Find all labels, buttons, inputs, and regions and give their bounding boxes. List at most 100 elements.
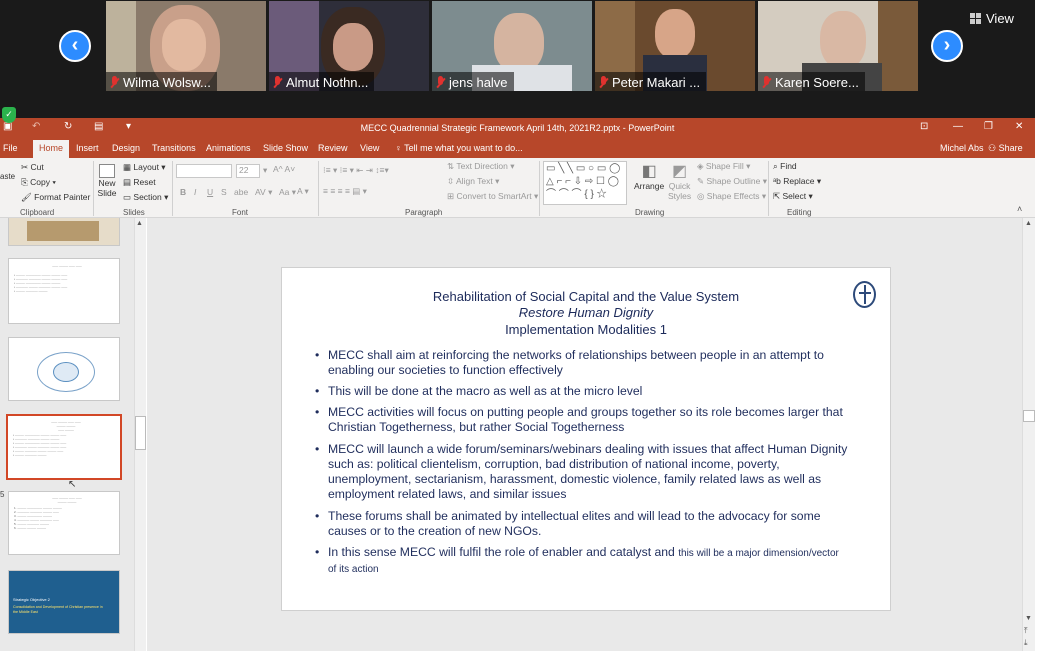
participant-tile[interactable]: jens halve [432, 1, 592, 91]
replace-icon: ᵃb [773, 176, 784, 186]
grow-font-icon[interactable]: A^ A˅ [273, 164, 295, 174]
tab-file[interactable]: File [3, 143, 18, 153]
text-direction-button[interactable]: ⇅ Text Direction ▾ [447, 161, 514, 172]
align-text-icon: ⇳ [447, 176, 457, 186]
next-slide-icon[interactable]: ⤓ [1024, 638, 1028, 648]
quick-styles-icon: ◩ [672, 163, 688, 180]
scroll-thumb[interactable] [1023, 410, 1035, 422]
arrange-icon: ◧ [641, 163, 657, 180]
thumb-title: Strategic Objective 2 [13, 597, 50, 602]
participant-name: Almut Nothn... [286, 75, 369, 90]
editor-scrollbar[interactable]: ▲ ▼ ⤒ ⤓ [1022, 218, 1035, 651]
font-name-box[interactable] [176, 164, 232, 178]
account-name[interactable]: Michel Abs [940, 143, 984, 153]
slide-thumbnail[interactable]: —— ——— —— —— ——— ——— 1. ——— ————— ——— ———… [8, 491, 120, 555]
tab-design[interactable]: Design [112, 143, 140, 153]
arrange-button[interactable]: ◧ Arrange [634, 161, 664, 191]
tab-slide-show[interactable]: Slide Show [263, 143, 308, 153]
layout-button[interactable]: ▦ Layout ▾ [123, 162, 166, 173]
view-button[interactable]: View [970, 8, 1014, 28]
shape-fill-button[interactable]: ◈ Shape Fill ▾ [697, 161, 750, 172]
slide-thumbnail-pane: —— ——— —— —— • ——— ————— ——— ——— —— • ———… [0, 218, 138, 651]
close-icon[interactable]: ✕ [1015, 121, 1023, 132]
slide-thumbnail[interactable]: Strategic Objective 2 Consolidation and … [8, 570, 120, 634]
tab-view[interactable]: View [360, 143, 379, 153]
shapes-gallery[interactable]: ▭ ╲ ╲ ▭ ○ ▭ ◯ △ ⌐ ⌐ ⇩ ⇨ ☐ ◯ ⌒ ⌒ ⌒ { } ☆ [543, 161, 627, 205]
previous-page-button[interactable]: ‹ [59, 30, 91, 62]
slide-thumbnail[interactable] [8, 337, 120, 401]
bullet-item: These forums shall be animated by intell… [315, 509, 848, 539]
tell-me-box[interactable]: ♀ Tell me what you want to do... [395, 143, 523, 153]
convert-smartart-button[interactable]: ⊞ Convert to SmartArt ▾ [447, 191, 538, 202]
change-case-button[interactable]: Aa ▾ [279, 187, 296, 198]
strikethrough-button[interactable]: abe [234, 187, 248, 197]
participant-name: Karen Soere... [775, 75, 859, 90]
copy-button[interactable]: ⎘ Copy ▾ [21, 177, 56, 188]
slide-subtitle: Restore Human Dignity [518, 305, 654, 320]
slide-heading: Implementation Modalities 1 [505, 322, 667, 337]
participant-tile[interactable]: Karen Soere... [758, 1, 918, 91]
align-buttons[interactable]: ≡ ≡ ≡ ≡ ▤ ▾ [323, 186, 367, 197]
spacing-button[interactable]: AV ▾ [255, 187, 272, 198]
paste-button[interactable]: aste [0, 172, 15, 181]
replace-button[interactable]: ᵃb Replace ▾ [773, 176, 821, 187]
minimize-icon[interactable]: — [953, 121, 963, 132]
find-button[interactable]: ⌕ Find [773, 161, 797, 172]
window-edge [1035, 0, 1048, 651]
section-button[interactable]: ▭ Section ▾ [123, 192, 168, 203]
underline-button[interactable]: U [207, 187, 213, 197]
editing-group-label: Editing [787, 208, 812, 217]
effects-icon: ◎ [697, 191, 707, 201]
scroll-down-icon[interactable]: ▼ [1025, 615, 1032, 622]
thumbnail-scrollbar[interactable]: ▲ [134, 218, 146, 651]
next-page-button[interactable]: › [931, 30, 963, 62]
tab-insert[interactable]: Insert [76, 143, 99, 153]
participant-tile[interactable]: Wilma Wolsw... [106, 1, 266, 91]
ribbon-display-options-icon[interactable]: ⊡ [920, 121, 928, 132]
quick-styles-label: Quick [668, 181, 691, 191]
scroll-up-icon[interactable]: ▲ [136, 220, 143, 227]
participant-tile[interactable]: Peter Makari ... [595, 1, 755, 91]
current-slide[interactable]: Rehabilitation of Social Capital and the… [281, 267, 891, 611]
slide-thumbnail[interactable] [8, 218, 120, 246]
font-size-dropdown-icon[interactable]: ▾ [263, 165, 267, 176]
collapse-ribbon-icon[interactable]: ˄ [1017, 204, 1022, 214]
font-size-box[interactable]: 22 [236, 164, 260, 178]
slide-thumbnail[interactable]: —— ——— —— —— • ——— ————— ——— ——— —— • ———… [8, 258, 120, 324]
previous-slide-icon[interactable]: ⤒ [1024, 626, 1028, 636]
scroll-thumb[interactable] [135, 416, 146, 450]
tab-transitions[interactable]: Transitions [152, 143, 196, 153]
restore-icon[interactable]: ❐ [984, 121, 993, 132]
copy-icon: ⎘ [21, 177, 31, 187]
slide-thumbnail-selected[interactable]: —— ——— —— —— ——— ——— —— ——— • ——— ————— ——… [6, 414, 122, 480]
reset-button[interactable]: ▤ Reset [123, 177, 156, 188]
tab-animations[interactable]: Animations [206, 143, 251, 153]
share-button[interactable]: ⚇ Share [988, 143, 1023, 154]
shape-effects-button[interactable]: ◎ Shape Effects ▾ [697, 191, 766, 202]
security-shield-icon: ✓ [2, 107, 16, 123]
bullet-item: This will be done at the macro as well a… [315, 384, 848, 399]
slides-group-label: Slides [123, 208, 145, 217]
format-painter-button[interactable]: 🖌 Format Painter [21, 192, 90, 203]
bullets-button[interactable]: ⁝≡ ▾ ⁝≡ ▾ ⇤ ⇥ ↕≡▾ [323, 165, 389, 176]
shape-outline-button[interactable]: ✎ Shape Outline ▾ [697, 176, 767, 187]
cut-button[interactable]: ✂ Cut [21, 162, 44, 173]
bullet-item: MECC will launch a wide forum/seminars/w… [315, 442, 848, 502]
italic-button[interactable]: I [194, 187, 196, 197]
shadow-button[interactable]: S [221, 187, 227, 197]
participant-tile[interactable]: Almut Nothn... [269, 1, 429, 91]
tab-review[interactable]: Review [318, 143, 348, 153]
mouse-cursor-icon: ↖ [68, 479, 77, 490]
slide-number: 5 [0, 490, 5, 499]
tab-home[interactable]: Home [33, 140, 70, 158]
quick-styles-button[interactable]: ◩ Quick Styles [668, 161, 691, 201]
font-color-button[interactable]: A ▾ [297, 186, 309, 197]
mic-muted-icon [436, 76, 445, 89]
mic-muted-icon [110, 76, 119, 89]
align-text-button[interactable]: ⇳ Align Text ▾ [447, 176, 499, 187]
new-slide-button[interactable]: New Slide [97, 164, 117, 198]
bold-button[interactable]: B [180, 187, 186, 197]
select-button[interactable]: ⇱ Select ▾ [773, 191, 813, 202]
bullet-item: MECC activities will focus on putting pe… [315, 405, 848, 435]
scroll-up-icon[interactable]: ▲ [1025, 220, 1032, 227]
